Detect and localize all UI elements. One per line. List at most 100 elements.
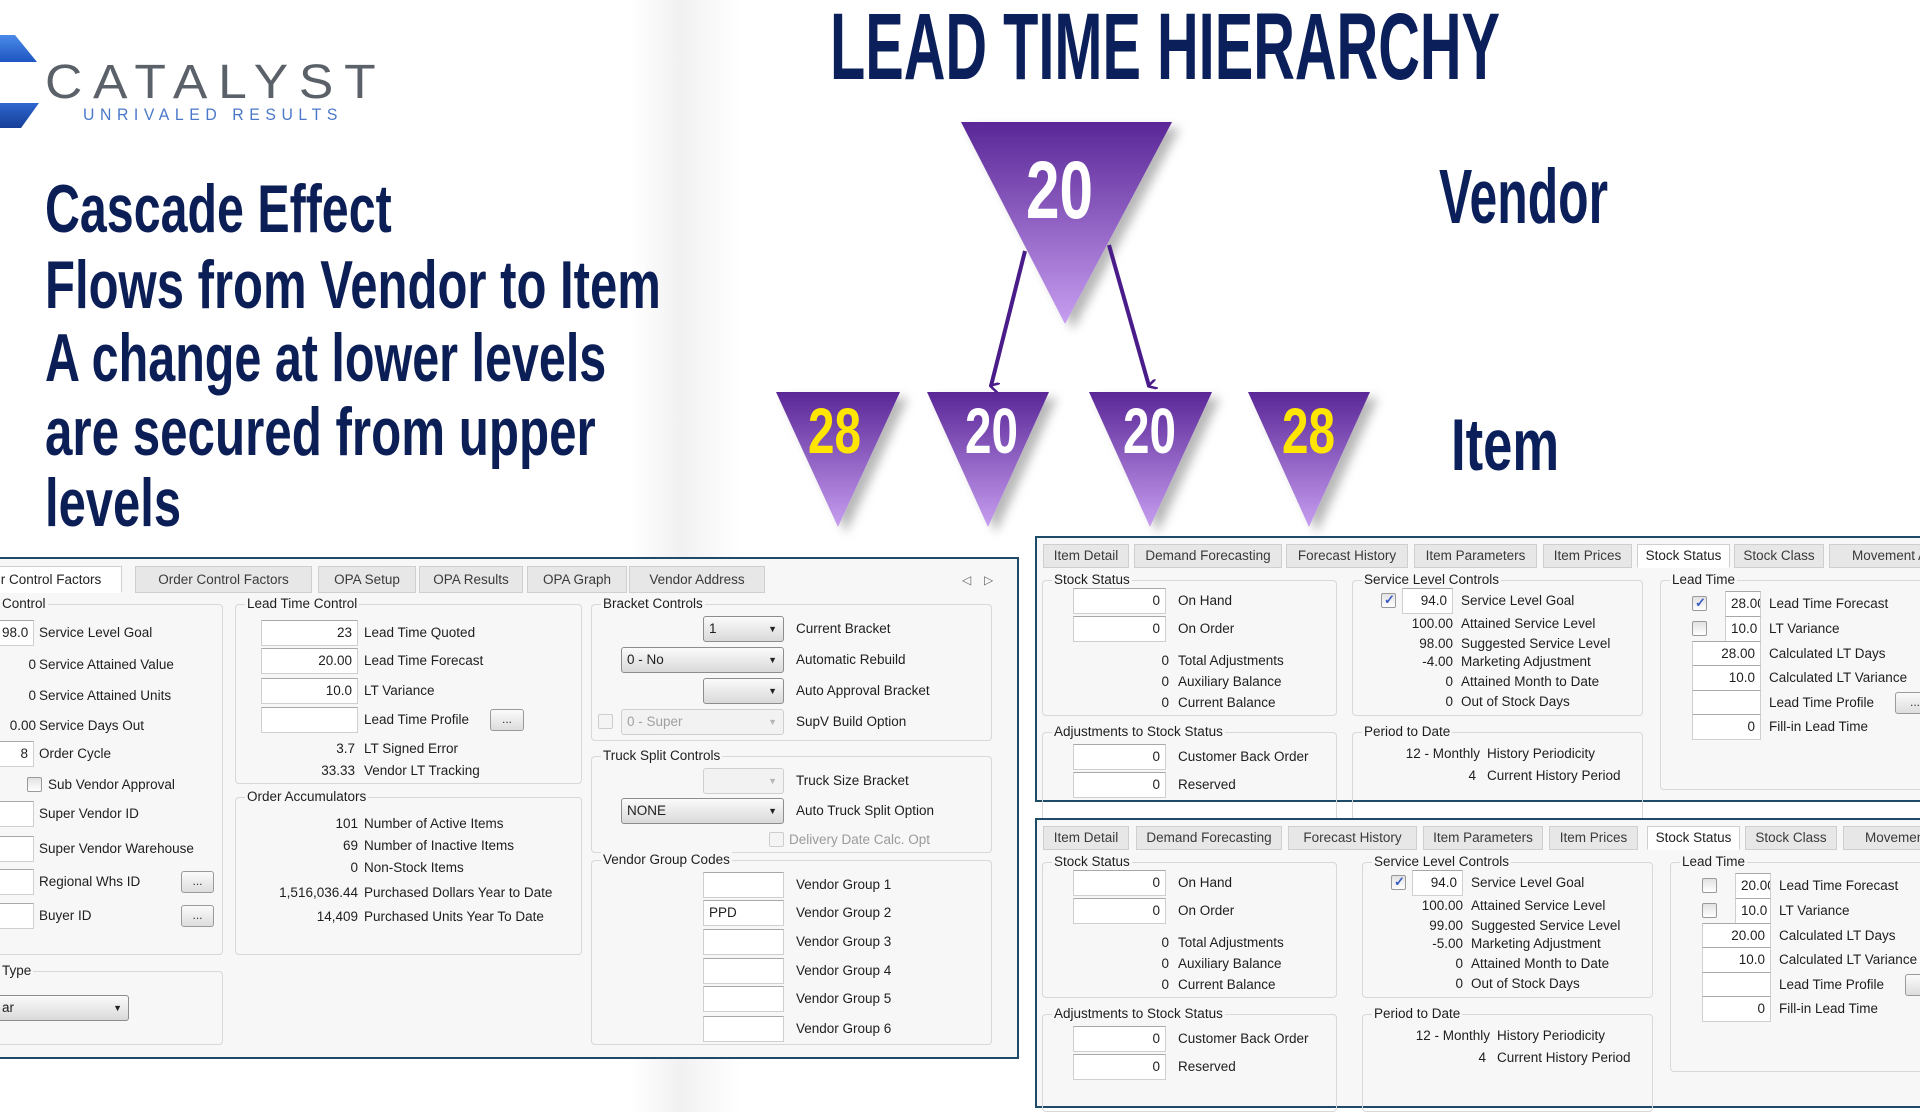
lt-variance-input[interactable]: 10.0 [1725, 616, 1761, 642]
vendor-group-2-input[interactable]: PPD [703, 900, 784, 926]
lead-time-profile-browse-button[interactable]: ... [1895, 692, 1920, 714]
current-bracket-label: Current Bracket [796, 621, 891, 636]
service-level-goal-checkbox[interactable] [1381, 592, 1396, 608]
lead-time-profile-browse-button[interactable]: ... [490, 709, 524, 731]
tab-item-detail[interactable]: Item Detail [1043, 544, 1129, 568]
lead-time-forecast-checkbox[interactable] [1702, 878, 1717, 893]
lead-time-forecast-input[interactable]: 20.00 [1735, 873, 1771, 899]
suggested-service-level-label: Suggested Service Level [1461, 636, 1611, 651]
current-balance-value: 0 [1161, 695, 1169, 710]
lead-time-profile-input[interactable] [1702, 972, 1771, 998]
vendor-group-4-input[interactable] [703, 958, 784, 984]
tab-stock-status[interactable]: Stock Status [1647, 826, 1740, 850]
lead-time-forecast-input[interactable]: 20.00 [261, 648, 358, 674]
attained-service-level-value: 100.00 [1411, 616, 1453, 631]
auto-approval-bracket-select[interactable]: ▼ [703, 678, 784, 704]
tab-opa-results[interactable]: OPA Results [419, 566, 523, 593]
lt-variance-checkbox[interactable] [1702, 903, 1717, 918]
tab-scroll-right-icon[interactable]: ▷ [984, 572, 993, 588]
tab-stock-status[interactable]: Stock Status [1637, 544, 1730, 568]
customer-back-order-input[interactable]: 0 [1073, 744, 1166, 770]
super-vendor-warehouse-input[interactable] [0, 836, 34, 862]
tab-opa-graph[interactable]: OPA Graph [527, 566, 627, 593]
truck-size-bracket-select[interactable]: ▼ [703, 768, 784, 794]
service-attained-value-value: 0 [28, 657, 36, 672]
auto-truck-split-select[interactable]: NONE ▼ [621, 798, 784, 824]
marketing-adjustment-label: Marketing Adjustment [1471, 936, 1601, 951]
service-level-goal-label: Service Level Goal [39, 625, 153, 640]
control-group-title: Control [0, 596, 48, 612]
vendor-group-5-input[interactable] [703, 986, 784, 1012]
reserved-label: Reserved [1178, 1059, 1236, 1074]
lead-time-profile-input[interactable] [261, 707, 358, 733]
tab-order-control-factors[interactable]: Order Control Factors [135, 566, 312, 593]
calculated-lt-days-input[interactable]: 20.00 [1702, 923, 1771, 949]
tab-demand-forecasting[interactable]: Demand Forecasting [1134, 544, 1282, 568]
buyer-id-input[interactable] [0, 903, 34, 929]
truck-size-bracket-label: Truck Size Bracket [796, 773, 909, 788]
on-order-input[interactable]: 0 [1073, 898, 1166, 924]
fill-in-lead-time-input[interactable]: 0 [1692, 714, 1761, 740]
calculated-lt-variance-input[interactable]: 10.0 [1692, 665, 1761, 691]
lt-variance-label: LT Variance [364, 683, 435, 698]
sub-vendor-approval-checkbox[interactable] [27, 777, 42, 792]
supv-build-option-select[interactable]: 0 - Super ▼ [621, 709, 784, 735]
service-level-goal-input[interactable]: 94.0 [1402, 588, 1453, 614]
calculated-lt-days-input[interactable]: 28.00 [1692, 641, 1761, 667]
tab-movement-a[interactable]: Movement A [1829, 544, 1920, 568]
reserved-input[interactable]: 0 [1073, 772, 1166, 798]
service-level-goal-input[interactable]: 94.0 [1412, 870, 1463, 896]
tab-item-parameters[interactable]: Item Parameters [1414, 544, 1537, 568]
tab-forecast-history[interactable]: Forecast History [1288, 826, 1417, 850]
tab-scroll-left-icon[interactable]: ◁ [962, 572, 971, 588]
regional-whs-id-input[interactable] [0, 869, 34, 895]
lead-time-forecast-input[interactable]: 28.00 [1725, 591, 1761, 617]
fill-in-lead-time-label: Fill-in Lead Time [1769, 719, 1869, 734]
tab-item-prices[interactable]: Item Prices [1549, 826, 1638, 850]
lead-time-forecast-checkbox[interactable] [1692, 595, 1707, 611]
vendor-group-6-input[interactable] [703, 1016, 784, 1042]
tab-item-prices[interactable]: Item Prices [1543, 544, 1632, 568]
current-history-period-label: Current History Period [1487, 768, 1621, 783]
lead-time-quoted-input[interactable]: 23 [261, 620, 358, 646]
service-level-goal-checkbox[interactable] [1391, 874, 1406, 890]
tab-movement[interactable]: Movement [1843, 826, 1920, 850]
lead-time-profile-input[interactable] [1692, 690, 1761, 716]
on-hand-input[interactable]: 0 [1073, 588, 1166, 614]
lt-variance-input[interactable]: 10.0 [1735, 898, 1771, 924]
reserved-input[interactable]: 0 [1073, 1054, 1166, 1080]
on-order-input[interactable]: 0 [1073, 616, 1166, 642]
type-select[interactable]: ar ▼ [0, 995, 129, 1021]
delivery-date-calc-checkbox[interactable] [769, 832, 784, 847]
tab-r-control-factors[interactable]: r Control Factors [0, 566, 122, 593]
supv-build-option-checkbox[interactable] [598, 714, 613, 729]
customer-back-order-input[interactable]: 0 [1073, 1026, 1166, 1052]
order-cycle-label: Order Cycle [39, 746, 112, 761]
tab-demand-forecasting[interactable]: Demand Forecasting [1136, 826, 1282, 850]
vendor-group-1-input[interactable] [703, 872, 784, 898]
service-level-goal-input[interactable]: 98.0 [0, 620, 34, 646]
lt-signed-error-label: LT Signed Error [364, 741, 459, 756]
automatic-rebuild-select[interactable]: 0 - No ▼ [621, 647, 784, 673]
vendor-group-3-input[interactable] [703, 929, 784, 955]
truck-split-controls-group-title: Truck Split Controls [601, 748, 723, 764]
fill-in-lead-time-input[interactable]: 0 [1702, 996, 1771, 1022]
current-bracket-select[interactable]: 1 ▼ [703, 616, 784, 642]
calculated-lt-variance-input[interactable]: 10.0 [1702, 947, 1771, 973]
lt-variance-checkbox[interactable] [1692, 621, 1707, 636]
tab-forecast-history[interactable]: Forecast History [1286, 544, 1408, 568]
order-cycle-input[interactable]: 8 [0, 741, 34, 767]
tab-item-detail[interactable]: Item Detail [1043, 826, 1129, 850]
super-vendor-id-input[interactable] [0, 801, 34, 827]
purchased-units-year-to-date-label: Purchased Units Year To Date [364, 909, 544, 924]
tab-opa-setup[interactable]: OPA Setup [318, 566, 416, 593]
lt-variance-input[interactable]: 10.0 [261, 678, 358, 704]
tab-item-parameters[interactable]: Item Parameters [1423, 826, 1543, 850]
tab-stock-class[interactable]: Stock Class [1745, 826, 1837, 850]
on-hand-input[interactable]: 0 [1073, 870, 1166, 896]
delivery-date-calc-label: Delivery Date Calc. Opt [789, 832, 931, 847]
tab-vendor-address[interactable]: Vendor Address [629, 566, 765, 593]
lead-time-profile-browse-button[interactable]: ... [1905, 974, 1920, 996]
auxiliary-balance-value: 0 [1161, 674, 1169, 689]
tab-stock-class[interactable]: Stock Class [1734, 544, 1824, 568]
